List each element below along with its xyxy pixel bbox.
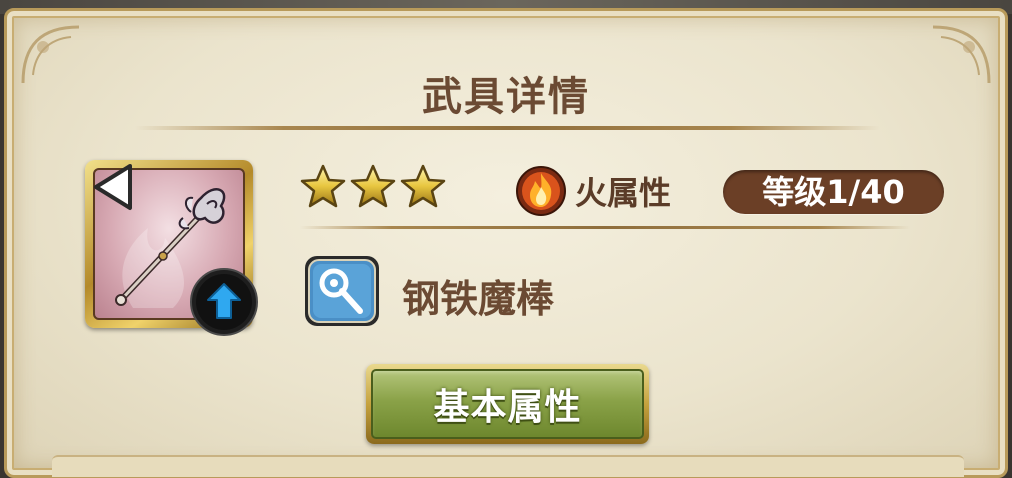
tab-label: 基本属性 [433,387,582,428]
title-divider [135,126,880,130]
element-label: 火属性 [575,174,672,212]
weapon-name: 钢铁魔棒 [402,277,555,321]
attributes-panel-top [52,455,964,477]
upgrade-arrow-icon[interactable] [188,266,260,338]
star-icon [400,164,446,208]
element-attribute: 火属性 [515,165,671,217]
row-divider [300,226,910,229]
back-arrow-icon[interactable] [90,162,136,212]
rarity-stars [300,164,446,208]
star-icon [300,164,346,208]
tab-button-face: 基本属性 [371,369,644,439]
fire-element-icon [516,166,566,216]
staff-type-icon [305,256,379,326]
star-icon [350,164,396,208]
tab-basic-attributes[interactable]: 基本属性 [366,364,649,444]
page-title: 武具详情 [422,74,590,120]
level-badge: 等级1/40 [723,170,944,214]
